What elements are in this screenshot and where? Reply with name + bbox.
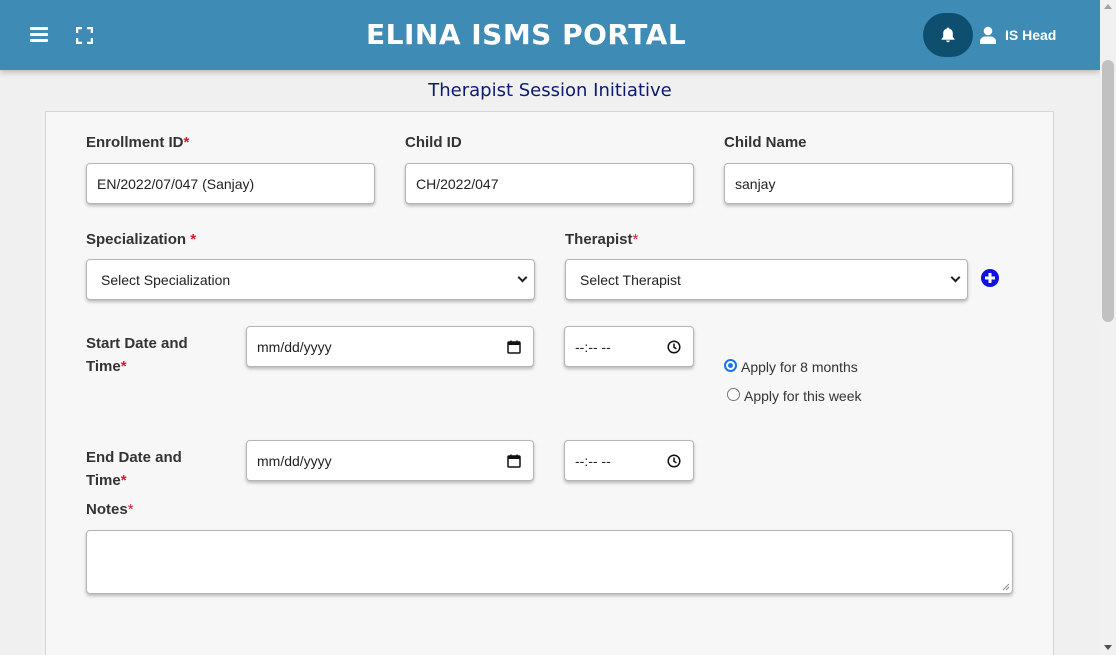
therapist-label: Therapist* bbox=[565, 231, 639, 248]
specialization-label: Specialization * bbox=[86, 231, 197, 248]
scrollbar-thumb[interactable] bbox=[1102, 60, 1114, 322]
notifications-button[interactable] bbox=[923, 13, 973, 57]
enrollment-id-field[interactable]: EN/2022/07/047 (Sanjay) bbox=[86, 163, 375, 204]
bell-icon bbox=[941, 27, 955, 43]
apply-8-months-radio[interactable] bbox=[724, 359, 737, 372]
therapist-select[interactable]: Select Therapist bbox=[565, 259, 968, 300]
end-time-input[interactable]: --:-- -- bbox=[564, 440, 694, 481]
calendar-icon[interactable] bbox=[507, 340, 521, 354]
end-date-input[interactable]: mm/dd/yyyy bbox=[246, 440, 534, 481]
specialization-select[interactable]: Select Specialization bbox=[86, 259, 535, 300]
app-title: ELINA ISMS PORTAL bbox=[366, 18, 687, 51]
apply-this-week-radio[interactable] bbox=[727, 388, 740, 401]
clock-icon[interactable] bbox=[667, 340, 681, 354]
start-time-input[interactable]: --:-- -- bbox=[564, 326, 694, 367]
hamburger-menu-icon[interactable] bbox=[30, 27, 48, 43]
start-date-time-label: Start Date and Time* bbox=[86, 335, 188, 375]
child-id-field[interactable]: CH/2022/047 bbox=[405, 163, 694, 204]
end-date-time-label: End Date and Time* bbox=[86, 449, 182, 489]
apply-this-week-label[interactable]: Apply for this week bbox=[744, 388, 862, 404]
top-bar: ELINA ISMS PORTAL IS Head bbox=[0, 0, 1100, 70]
calendar-icon[interactable] bbox=[507, 454, 521, 468]
child-id-label: Child ID bbox=[405, 134, 462, 151]
notes-textarea[interactable] bbox=[86, 530, 1013, 594]
page-title: Therapist Session Initiative bbox=[428, 80, 672, 101]
chevron-down-icon bbox=[950, 272, 961, 283]
fullscreen-icon[interactable] bbox=[76, 27, 93, 44]
chevron-down-icon bbox=[517, 272, 528, 283]
notes-label: Notes* bbox=[86, 501, 134, 518]
resize-handle-icon[interactable] bbox=[1002, 583, 1010, 591]
apply-8-months-label[interactable]: Apply for 8 months bbox=[741, 359, 858, 375]
scroll-down-arrow-icon[interactable] bbox=[1104, 645, 1112, 650]
user-name[interactable]: IS Head bbox=[1005, 27, 1056, 43]
start-date-input[interactable]: mm/dd/yyyy bbox=[246, 326, 534, 367]
user-icon[interactable] bbox=[979, 26, 997, 44]
child-name-label: Child Name bbox=[724, 134, 807, 151]
scroll-up-arrow-icon[interactable] bbox=[1104, 4, 1112, 9]
add-therapist-icon[interactable] bbox=[981, 269, 999, 287]
enrollment-id-label: Enrollment ID* bbox=[86, 134, 190, 151]
clock-icon[interactable] bbox=[667, 454, 681, 468]
child-name-field[interactable]: sanjay bbox=[724, 163, 1013, 204]
page-scrollbar[interactable] bbox=[1100, 0, 1116, 655]
